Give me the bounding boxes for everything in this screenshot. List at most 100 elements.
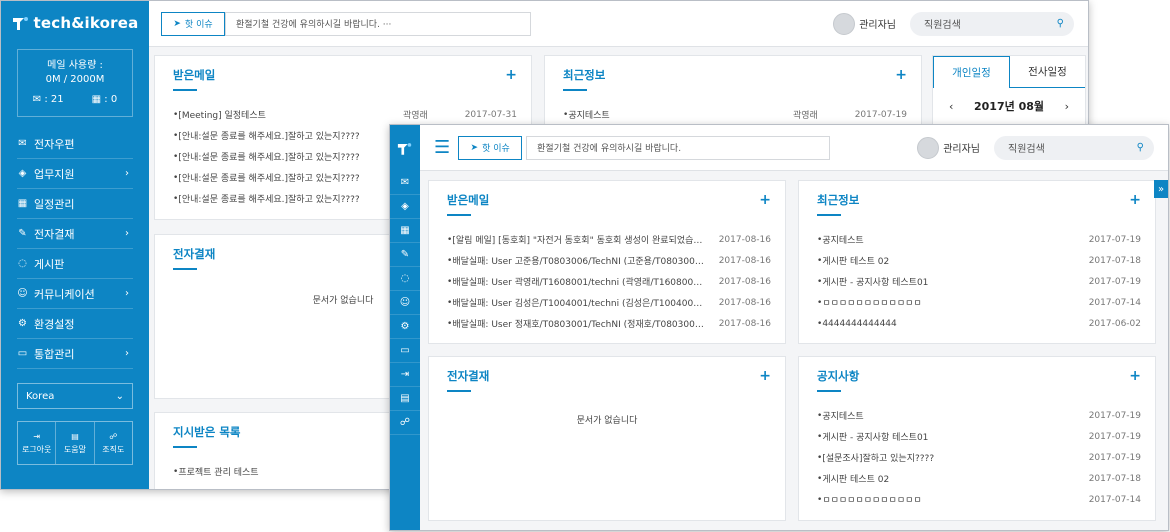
nav-item-approval[interactable]: ✎ 전자결재 › [17,219,133,249]
calendar-icon: ▦ [91,94,102,105]
nav-button[interactable]: ⚙ [390,315,420,339]
collapse-panel-button[interactable]: » [1154,180,1168,198]
chevron-down-icon: ⌄ [115,390,124,402]
list-item[interactable]: • 배달실패: User 곽영래/T1608001/techni (곽영래/T1… [447,271,771,292]
nav-button[interactable]: ✉ [390,171,420,195]
item-date: 2017-07-14 [1088,494,1141,505]
nav-item-label: 전자결재 [34,227,75,241]
hot-issue-label: 핫 이슈 [184,20,213,30]
card-title: 최근정보 [563,68,606,91]
nav-button[interactable]: ☺ [390,291,420,315]
nav-item-schedule[interactable]: ▦ 일정관리 [17,189,133,219]
nav-item-label: 환경설정 [34,317,75,331]
hot-issue-button[interactable]: ➤ 핫 이슈 [458,135,523,160]
item-date: 2017-08-16 [718,234,771,245]
list-item[interactable]: • [설문조사]잘하고 있는지???? 2017-07-19 [817,447,1141,468]
plus-icon[interactable]: + [759,368,771,384]
chevron-right-icon[interactable]: › [1065,100,1069,113]
nav-button[interactable]: ◌ [390,267,420,291]
calendar-icon: ▦ [17,198,28,209]
plus-icon[interactable]: + [759,192,771,208]
search-placeholder: 직원검색 [1008,144,1045,155]
nav-button[interactable]: ▦ [390,219,420,243]
nav-item-mail[interactable]: ✉ 전자우편 [17,129,133,159]
nav-button[interactable]: ⇥ [390,363,420,387]
list-item[interactable]: • [알림 메일] [동호회] "자전거 동호회" 동호회 생성이 완료되었습니… [447,229,771,250]
mail-usage-box: 메일 사용량 : 0M / 2000M ✉ : 21 ▦ : 0 [17,49,133,117]
user-name[interactable]: 관리자님 [859,16,896,31]
avatar[interactable] [917,136,940,159]
item-subject: 배달실패: User 정재호/T0803001/TechNI (정재호/T080… [452,320,707,330]
nav-button[interactable]: ◈ [390,195,420,219]
schedule-count[interactable]: ▦ : 0 [92,93,118,107]
tab-company[interactable]: 전사일정 [1010,56,1085,88]
list-item[interactable]: • 게시판 테스트 02 2017-07-18 [817,468,1141,489]
mail-list: • [알림 메일] [동호회] "자전거 동호회" 동호회 생성이 완료되었습니… [429,219,785,334]
logo[interactable]: tech&ikorea [1,1,149,45]
list-item[interactable]: • 게시판 - 공지사항 테스트01 2017-07-19 [817,426,1141,447]
nav-item-settings[interactable]: ⚙ 환경설정 [17,309,133,339]
list-item[interactable]: • 공지테스트 2017-07-19 [817,405,1141,426]
logout-icon: ⇥ [400,369,410,380]
edit-icon: ✎ [400,249,410,260]
plus-icon[interactable]: + [895,67,907,83]
logo-mark-icon [397,142,412,155]
item-subject: 공지테스트 [822,412,864,422]
list-item[interactable]: • ㅁㅁㅁㅁㅁㅁㅁㅁㅁㅁㅁㅁ 2017-07-14 [817,489,1141,510]
send-icon: ➤ [173,18,181,29]
nav-item-label: 전자우편 [34,137,75,151]
list-item[interactable]: • [Meeting] 일정테스트 곽영래 2017-07-31 [173,104,517,125]
tab-personal[interactable]: 개인일정 [933,56,1010,88]
language-value: Korea [26,390,55,402]
employee-search[interactable]: 직원검색 ⚲ [994,135,1154,160]
nav-button[interactable]: ☍ [390,411,420,435]
logo-mark[interactable] [390,125,420,171]
search-icon: ⚲ [1136,142,1144,153]
user-name[interactable]: 관리자님 [943,140,980,155]
item-date: 2017-07-31 [464,109,517,120]
list-item[interactable]: • 배달실패: User 정재호/T0803001/TechNI (정재호/T0… [447,313,771,334]
menu-icon[interactable]: ☰ [434,137,450,158]
language-select[interactable]: Korea ⌄ [17,383,133,409]
usage-label: 메일 사용량 : [47,60,103,71]
nav-item-admin[interactable]: ▭ 통합관리 › [17,339,133,369]
list-item[interactable]: • 4444444444444 2017-06-02 [817,313,1141,334]
nav-button[interactable]: ▤ [390,387,420,411]
help-button[interactable]: ▤ 도움말 [56,422,95,464]
list-item[interactable]: • 게시판 - 공지사항 테스트01 2017-07-19 [817,271,1141,292]
list-item[interactable]: • 공지테스트 2017-07-19 [817,229,1141,250]
item-date: 2017-07-18 [1088,473,1141,484]
list-item[interactable]: • 배달실패: User 김성은/T1004001/techni (김성은/T1… [447,292,771,313]
chevron-left-icon[interactable]: ‹ [949,100,953,113]
item-date: 2017-06-02 [1088,318,1141,329]
plus-icon[interactable]: + [1129,368,1141,384]
list-item[interactable]: • 배달실패: User 고준용/T0803006/TechNI (고준용/T0… [447,250,771,271]
mail-count[interactable]: ✉ : 21 [33,93,64,107]
notice-card: 공지사항 + • 공지테스트 2017-07-19 • 게시판 - 공지사항 테스트0… [798,356,1156,521]
logout-button[interactable]: ⇥ 로그아웃 [18,422,57,464]
nav-item-board[interactable]: ◌ 게시판 [17,249,133,279]
hot-issue-button[interactable]: ➤ 핫 이슈 [161,11,225,36]
search-icon: ⚲ [1056,18,1064,29]
item-date: 2017-08-16 [718,297,771,308]
org-chart-button[interactable]: ☍ 조직도 [95,422,132,464]
list-item[interactable]: • 게시판 테스트 02 2017-07-18 [817,250,1141,271]
plus-icon[interactable]: + [1129,192,1141,208]
chevron-right-icon: › [125,348,129,359]
employee-search[interactable]: 직원검색 ⚲ [910,11,1074,36]
nav-button[interactable]: ▭ [390,339,420,363]
news-ticker[interactable]: 환절기철 건강에 유의하시길 바랍니다. [526,135,831,160]
item-subject: 게시판 테스트 02 [822,475,890,485]
item-date: 2017-07-19 [1088,276,1141,287]
nav-item-community[interactable]: ☺ 커뮤니케이션 › [17,279,133,309]
nav-button[interactable]: ✎ [390,243,420,267]
ticker-text: 환절기철 건강에 유의하시길 바랍니다. [537,144,682,154]
list-item[interactable]: • 공지테스트 곽영래 2017-07-19 [563,104,907,125]
item-subject: 공지테스트 [568,111,610,121]
nav-item-work[interactable]: ◈ 업무지원 › [17,159,133,189]
list-item[interactable]: • ㅁㅁㅁㅁㅁㅁㅁㅁㅁㅁㅁㅁ 2017-07-14 [817,292,1141,313]
month-nav: ‹ 2017년 08월 › [933,88,1085,124]
avatar[interactable] [833,12,856,35]
news-ticker[interactable]: 환절기철 건강에 유의하시길 바랍니다. ··· [225,11,531,36]
plus-icon[interactable]: + [505,67,517,83]
